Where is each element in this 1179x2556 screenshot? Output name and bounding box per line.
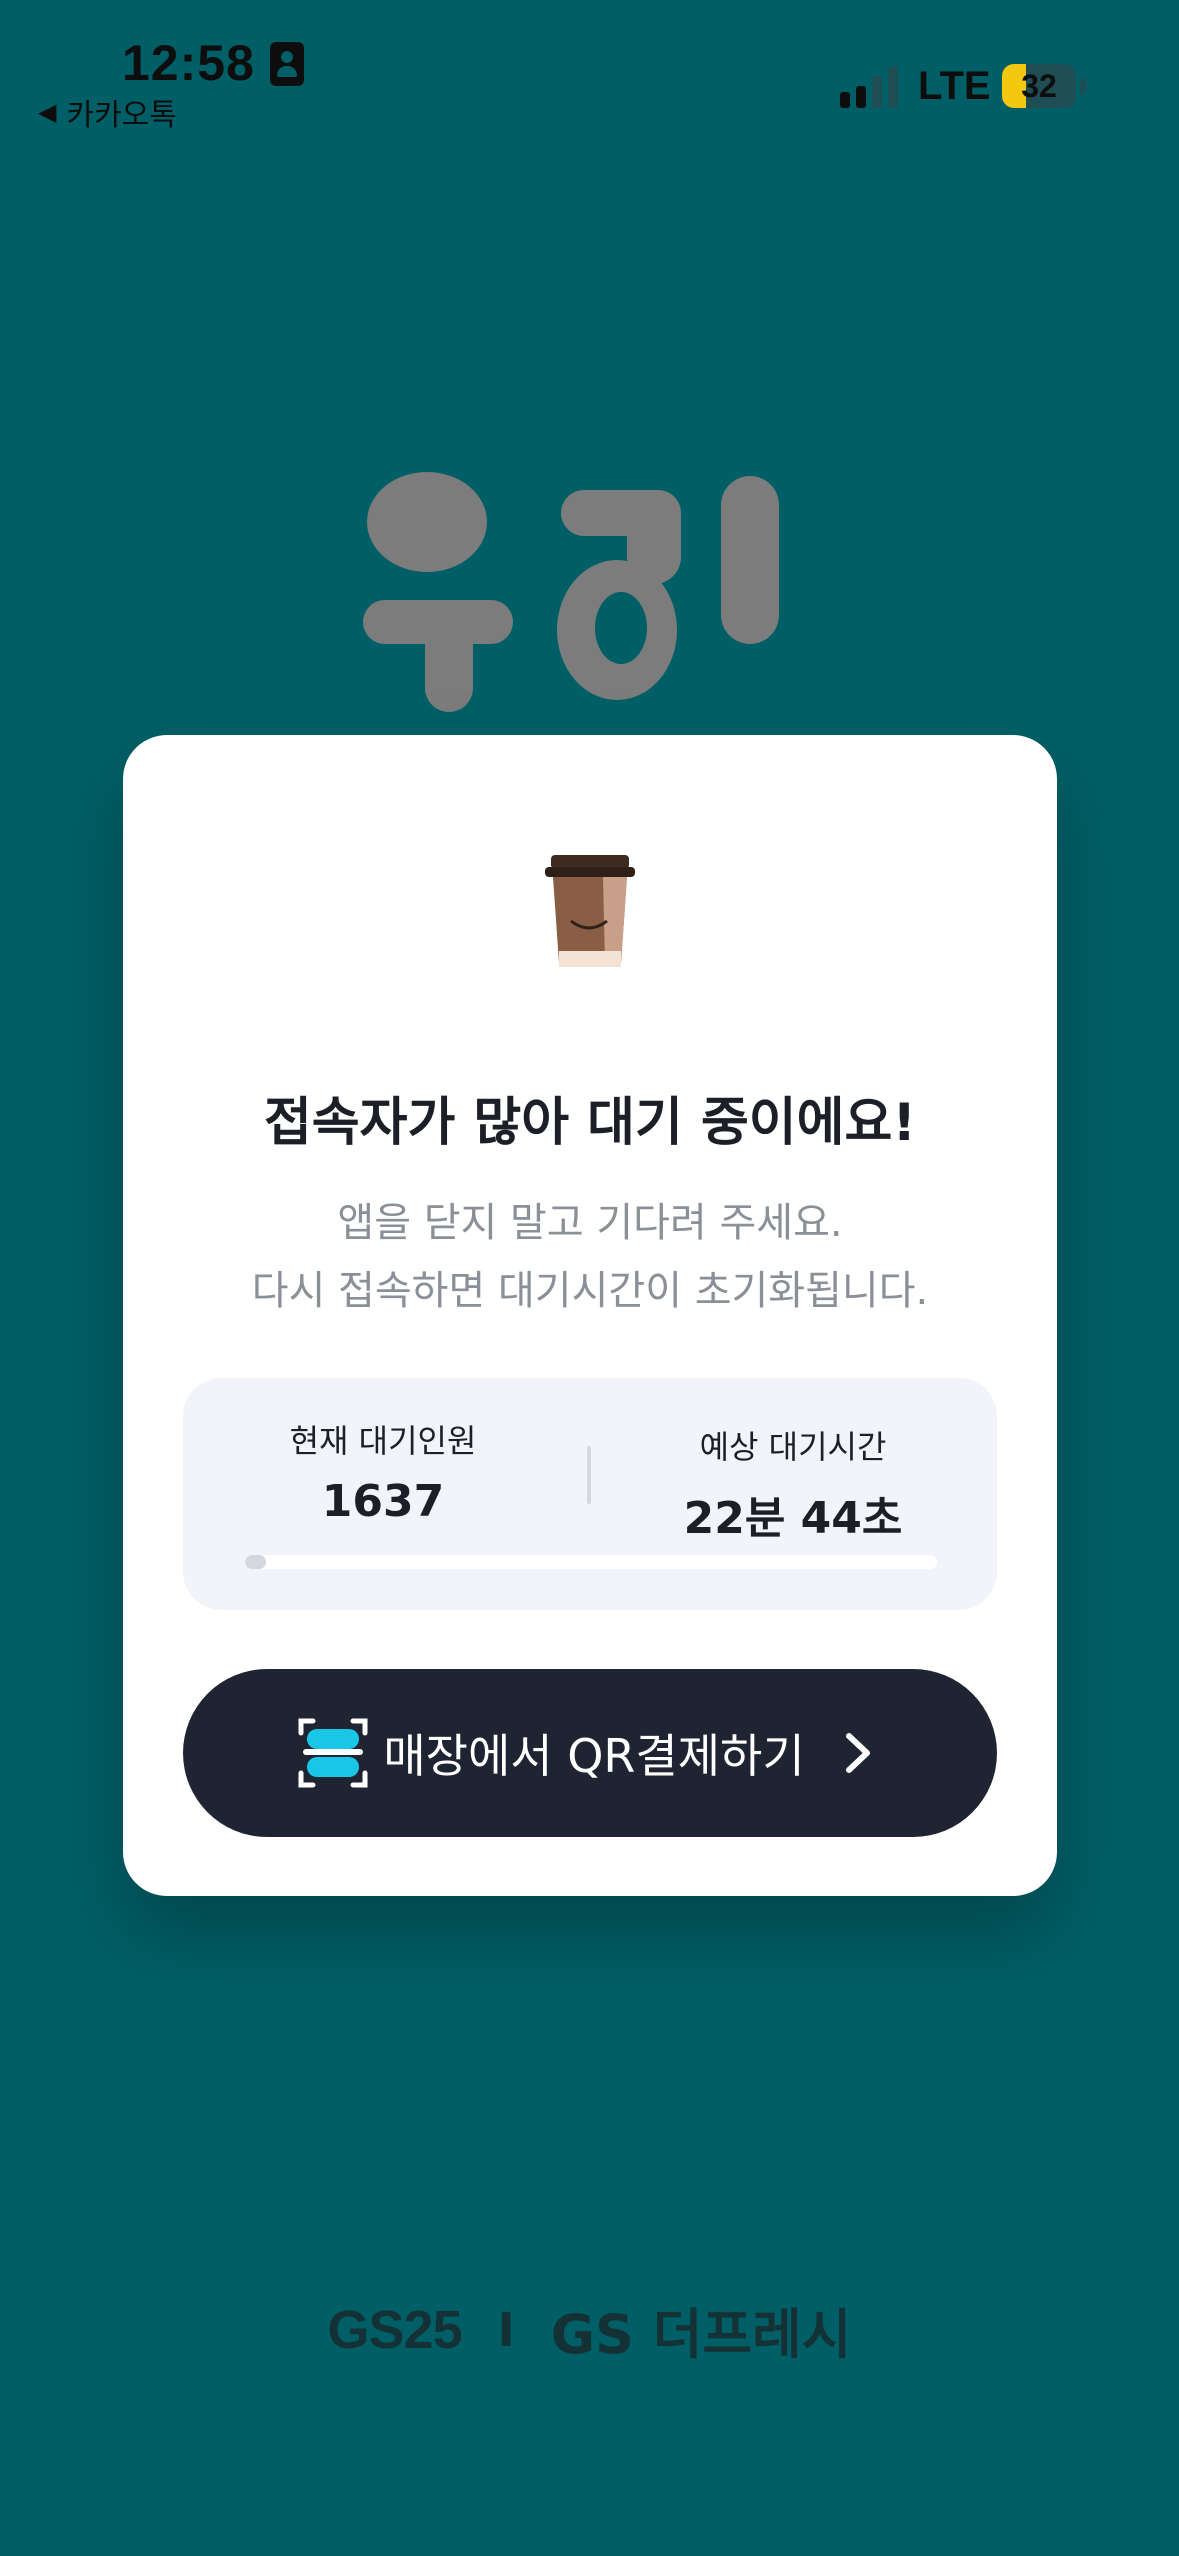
- qr-payment-button[interactable]: 매장에서 QR결제하기: [183, 1669, 997, 1837]
- qr-payment-label: 매장에서 QR결제하기: [383, 1729, 805, 1783]
- waiting-subtitle-line1: 앱을 닫지 말고 기다려 주세요.: [337, 1200, 843, 1246]
- battery-cap: [1080, 78, 1086, 94]
- stat-divider: [587, 1446, 591, 1504]
- waiting-stats-panel: 현재 대기인원 1637 예상 대기시간 22분 44초: [183, 1378, 997, 1610]
- qr-scan-icon: [298, 1718, 368, 1788]
- chevron-right-icon: [845, 1733, 870, 1773]
- footer-brands: GS25 I GS 더프레시: [0, 2290, 1179, 2369]
- waiting-progress-bar: [245, 1555, 937, 1569]
- current-waiting-value: 1637: [321, 1476, 445, 1527]
- brand-logo-graphic: [363, 472, 779, 712]
- id-card-icon: [270, 42, 304, 86]
- waiting-card: 접속자가 많아 대기 중이에요! 앱을 닫지 말고 기다려 주세요. 다시 접속…: [123, 735, 1057, 1896]
- coffee-cup-icon: [545, 855, 635, 967]
- waiting-subtitle-line2: 다시 접속하면 대기시간이 초기화됩니다.: [251, 1268, 929, 1314]
- current-waiting-label: 현재 대기인원: [289, 1422, 477, 1460]
- expected-time-label: 예상 대기시간: [699, 1428, 887, 1466]
- battery-percent: 32: [1021, 68, 1057, 104]
- expected-time-value: 22분 44초: [683, 1493, 903, 1544]
- waiting-progress-fill: [245, 1555, 266, 1569]
- footer-brand-gs25: GS25: [327, 2299, 463, 2360]
- back-to-kakaotalk-link[interactable]: ◀ 카카오톡: [38, 90, 177, 134]
- status-time: 12:58: [122, 35, 255, 91]
- footer-brand-gs-the-fresh: GS 더프레시: [550, 2303, 852, 2366]
- signal-icon: [840, 64, 900, 108]
- battery-icon: 32: [1002, 64, 1076, 108]
- back-label: 카카오톡: [66, 98, 177, 133]
- current-waiting-stat: 현재 대기인원 1637: [193, 1416, 573, 1527]
- footer-separator: I: [497, 2302, 515, 2357]
- network-label: LTE: [918, 64, 991, 108]
- expected-time-stat: 예상 대기시간 22분 44초: [603, 1422, 983, 1546]
- waiting-title: 접속자가 많아 대기 중이에요!: [263, 1093, 917, 1153]
- back-triangle-icon: ◀: [38, 98, 57, 126]
